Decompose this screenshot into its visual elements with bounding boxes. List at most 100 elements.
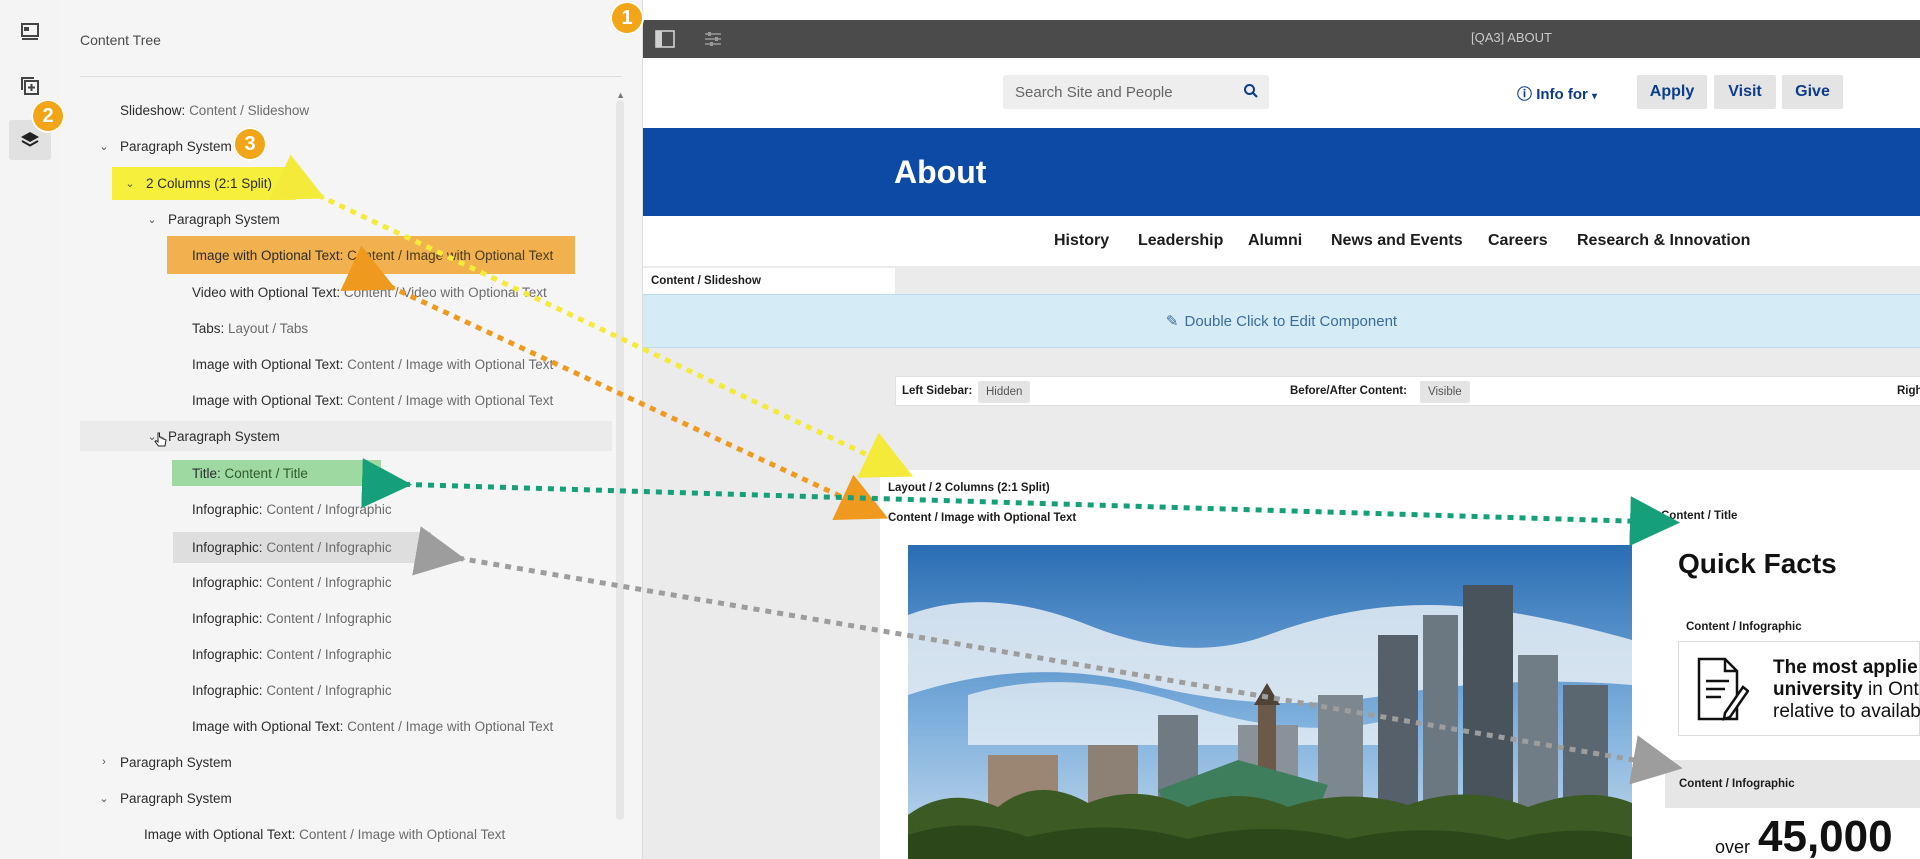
subnav-research-innovation[interactable]: Research & Innovation [1577, 232, 1750, 250]
tree-item-image-optional-text[interactable]: Image with Optional Text: Content / Imag… [192, 711, 553, 741]
document-pencil-icon [1697, 657, 1749, 721]
left-sidebar-toggle[interactable]: Hidden [978, 381, 1031, 403]
give-button[interactable]: Give [1782, 75, 1843, 109]
campus-skyline-photo [908, 545, 1632, 859]
page-info-icon [21, 23, 39, 40]
tree-item-paragraph-system[interactable]: ⌄ Paragraph System [96, 783, 231, 813]
subnav-alumni[interactable]: Alumni [1248, 232, 1302, 250]
infographic-text-line2: university in Ont [1773, 679, 1919, 701]
tree-item-label: Infographic: [192, 574, 263, 590]
tree-item-path: Content / Infographic [266, 610, 392, 626]
chevron-down-icon[interactable]: ⌄ [122, 177, 138, 190]
tree-item-path: Content / Infographic [266, 501, 392, 517]
tree-item-label: Paragraph System [120, 754, 232, 770]
tree-item-label: Paragraph System [168, 428, 280, 444]
tree-item-tabs[interactable]: Tabs: Layout / Tabs [192, 313, 308, 343]
site-search-input[interactable]: Search Site and People [1003, 75, 1269, 109]
search-placeholder: Search Site and People [1015, 83, 1173, 101]
tree-item-infographic[interactable]: Infographic: Content / Infographic [192, 639, 392, 669]
right-sidebar-label: Righ [1897, 385, 1920, 397]
tree-item-label: 2 Columns (2:1 Split) [146, 176, 273, 191]
content-title-label[interactable]: Content / Title [1653, 494, 1833, 538]
tree-item-path: Content / Image with Optional Text [347, 247, 554, 263]
before-after-toggle[interactable]: Visible [1420, 381, 1470, 403]
tree-item-image-optional-text[interactable]: Image with Optional Text: Content / Imag… [144, 819, 505, 849]
tree-item-path: Content / Video with Optional Text [343, 284, 547, 300]
infographic-component-label-2[interactable]: Content / Infographic [1665, 760, 1920, 808]
tree-item-label: Slideshow: [120, 102, 186, 118]
tree-item-infographic[interactable]: Infographic: Content / Infographic [192, 603, 392, 633]
tree-item-label: Paragraph System [168, 211, 280, 227]
city-skyline-image [908, 545, 1632, 859]
tree-item-label: Title: [192, 465, 221, 481]
tree-item-2-columns[interactable]: ⌄ 2 Columns (2:1 Split) [112, 167, 296, 200]
tree-item-label: Image with Optional Text: [192, 247, 344, 263]
before-after-label: Before/After Content: [1290, 385, 1407, 397]
add-component-icon [21, 77, 39, 95]
tree-item-label: Infographic: [192, 540, 263, 555]
apply-button[interactable]: Apply [1637, 75, 1707, 109]
tree-item-video-optional-text[interactable]: Video with Optional Text: Content / Vide… [192, 277, 547, 307]
callout-badge-3: 3 [233, 127, 267, 161]
editor-toolbar: [QA3] ABOUT [643, 20, 1920, 58]
slideshow-component-label[interactable]: Content / Slideshow [643, 268, 895, 294]
tree-item-label: Image with Optional Text: [192, 718, 344, 734]
visit-button[interactable]: Visit [1714, 75, 1776, 109]
tree-item-label: Video with Optional Text: [192, 284, 341, 300]
layout-2-columns-label[interactable]: Layout / 2 Columns (2:1 Split) [880, 470, 1102, 505]
page-title: [QA3] ABOUT [1471, 30, 1552, 45]
tree-item-paragraph-system[interactable]: ⌄ Paragraph System [96, 131, 231, 161]
tree-item-path: Layout / Tabs [228, 320, 309, 336]
tree-item-infographic[interactable]: Infographic: Content / Infographic [192, 567, 392, 597]
subnav-news-events[interactable]: News and Events [1331, 232, 1463, 250]
content-tree-title: Content Tree [80, 32, 161, 48]
slideshow-edit-placeholder[interactable]: ✎ Double Click to Edit Component [643, 294, 1920, 348]
chevron-down-icon[interactable]: ⌄ [144, 213, 160, 226]
tree-item-label: Image with Optional Text: [144, 826, 296, 842]
section-subnav: History Leadership Alumni News and Event… [643, 216, 1920, 266]
tree-item-paragraph-system[interactable]: ⌄ Paragraph System [144, 204, 280, 234]
tree-item-infographic[interactable]: Infographic: Content / Infographic [192, 675, 392, 705]
tree-item-label: Infographic: [192, 682, 263, 698]
chevron-down-icon[interactable]: ⌄ [96, 792, 112, 805]
callout-badge-1: 1 [610, 1, 644, 35]
subnav-careers[interactable]: Careers [1488, 232, 1548, 250]
tree-item-paragraph-system[interactable]: › Paragraph System [96, 747, 232, 777]
tree-item-infographic[interactable]: Infographic: Content / Infographic [173, 532, 431, 563]
edit-icon: ✎ [1165, 313, 1179, 330]
editor-top-strip [643, 0, 1920, 20]
info-for-label: Info for [1536, 86, 1588, 103]
callout-badge-2: 2 [31, 99, 65, 133]
tree-item-infographic[interactable]: Infographic: Content / Infographic [192, 494, 392, 524]
subnav-history[interactable]: History [1054, 232, 1109, 250]
tree-item-label: Infographic: [192, 646, 263, 662]
infographic-text-line3: relative to availab [1773, 701, 1920, 722]
page-editor: [QA3] ABOUT Search Site and People ⓘ Inf… [643, 0, 1920, 859]
tree-item-path: Content / Image with Optional Text [347, 356, 554, 372]
left-sidebar-label: Left Sidebar: [902, 385, 973, 397]
info-for-dropdown[interactable]: ⓘ Info for ▾ [1517, 83, 1597, 104]
tree-item-image-optional-text[interactable]: Image with Optional Text: Content / Imag… [167, 236, 575, 274]
scroll-up-arrow-icon[interactable]: ▲ [616, 90, 625, 100]
tree-item-title[interactable]: Title: Content / Title [172, 460, 381, 486]
chevron-right-icon[interactable]: › [96, 756, 112, 768]
tree-item-path: Content / Slideshow [189, 102, 310, 118]
page-info-button[interactable] [9, 12, 51, 52]
infographic-text-line1: The most applie [1773, 657, 1918, 678]
quick-facts-heading: Quick Facts [1678, 548, 1837, 579]
tree-item-label: Tabs: [192, 320, 225, 336]
tree-item-slideshow[interactable]: Slideshow: Content / Slideshow [120, 95, 309, 125]
hand-cursor-icon [154, 432, 167, 447]
tree-item-image-optional-text[interactable]: Image with Optional Text: Content / Imag… [192, 385, 553, 415]
search-icon[interactable] [1243, 83, 1259, 99]
chevron-down-icon[interactable]: ⌄ [96, 140, 112, 153]
tree-item-image-optional-text[interactable]: Image with Optional Text: Content / Imag… [192, 349, 553, 379]
slideshow-edit-text: Double Click to Edit Component [1184, 312, 1398, 330]
layout-options-bar: Left Sidebar: Hidden Before/After Conten… [895, 376, 1920, 406]
image-optional-text-label[interactable]: Content / Image with Optional Text [880, 503, 1144, 533]
tree-item-path: Content / Title [224, 465, 308, 481]
content-tree-panel: Content Tree ▲ Slideshow: Content / Slid… [60, 0, 643, 859]
tree-scrollbar-track[interactable] [616, 100, 624, 820]
subnav-leadership[interactable]: Leadership [1138, 232, 1223, 250]
infographic-component-label[interactable]: Content / Infographic [1678, 612, 1920, 642]
